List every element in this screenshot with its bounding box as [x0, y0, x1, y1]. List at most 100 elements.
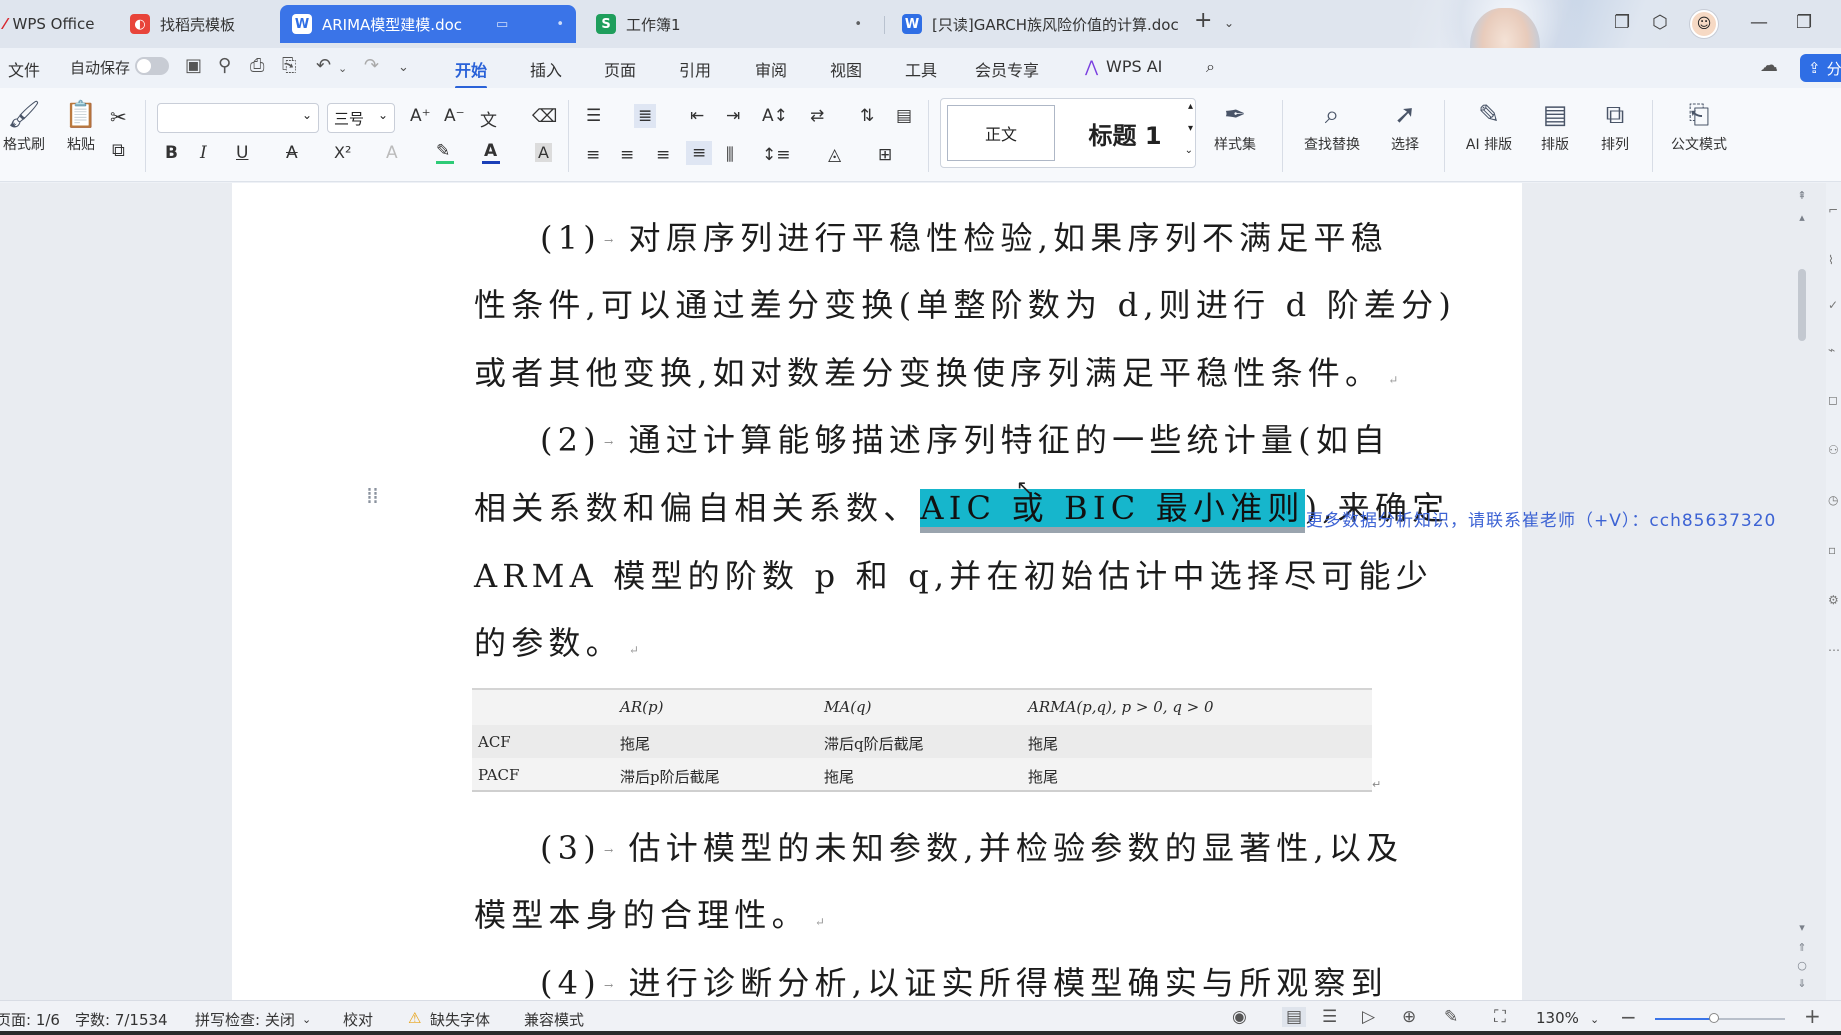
arrange-button[interactable]: ⧉ 排列 [1590, 100, 1640, 154]
cube-icon[interactable]: ⬡ [1652, 12, 1668, 33]
scroll-down-icon[interactable]: ▾ [1794, 921, 1810, 934]
panel-people-icon[interactable]: ⚇ [1828, 443, 1839, 457]
tab-arima-doc[interactable]: W ARIMA模型建模.doc ▭ • [280, 5, 576, 43]
official-doc-mode-button[interactable]: ⎗ 公文模式 [1664, 100, 1734, 154]
select-button[interactable]: ➚ 选择 [1380, 100, 1430, 154]
next-page-icon[interactable]: ⇓ [1794, 977, 1810, 990]
new-tab-plus-icon[interactable]: + [1194, 8, 1212, 33]
menu-wps-ai[interactable]: WPS AI [1106, 57, 1162, 76]
copy-icon[interactable]: ⧉ [112, 140, 125, 161]
panel-collapse-icon[interactable]: ⌐ [1828, 203, 1838, 217]
gallery-expand-icon[interactable]: ⌄ [1185, 145, 1193, 156]
line-spacing-icon[interactable]: ↕≡ [762, 145, 791, 165]
zoom-level[interactable]: 130% [1536, 1009, 1579, 1027]
paragraph-line[interactable]: (3) → 估计模型的未知参数,并检验参数的显著性,以及 [540, 823, 1403, 869]
autosave-toggle[interactable] [135, 57, 169, 75]
gallery-scroll-up-icon[interactable]: ▴ [1188, 101, 1193, 112]
sort-icon[interactable]: ⇅ [860, 106, 874, 126]
menu-home[interactable]: 开始 [455, 57, 488, 89]
tab-garch-doc[interactable]: W [只读]GARCH族风险价值的计算.doc [890, 5, 1180, 43]
web-view-icon[interactable]: ⊕ [1402, 1007, 1416, 1027]
tab-wps-office[interactable]: ⁄ WPS Office [0, 5, 110, 43]
undo-dropdown-icon[interactable]: ⌄ [338, 62, 347, 75]
word-count[interactable]: 字数: 7/1534 [75, 1009, 168, 1030]
chevron-down-icon[interactable]: ⌄ [1590, 1013, 1599, 1026]
italic-button[interactable]: I [200, 143, 207, 163]
acf-pacf-table-image[interactable]: AR(p) MA(q) ARMA(p,q), p > 0, q > 0 ACF … [472, 688, 1372, 792]
undo-icon[interactable]: ↶ [316, 55, 331, 76]
spell-check-status[interactable]: 拼写检查: 关闭 [195, 1009, 295, 1030]
strikethrough-button[interactable]: A [286, 143, 298, 163]
paragraph-line[interactable]: ARMA 模型的阶数 p 和 q,并在初始估计中选择尽可能少 [474, 551, 1433, 597]
borders-icon[interactable]: ⊞ [878, 145, 892, 165]
style-normal[interactable]: 正文 [947, 105, 1055, 161]
zoom-slider[interactable] [1655, 1018, 1785, 1020]
redo-icon[interactable]: ↷ [364, 55, 379, 76]
monitor-icon[interactable]: ▭ [486, 17, 508, 32]
align-left-icon[interactable]: ≡ [586, 145, 600, 165]
pen-icon[interactable]: ✎ [1444, 1007, 1458, 1027]
chevron-down-icon[interactable]: ⌄ [302, 1013, 311, 1026]
paste-button[interactable]: 📋 粘贴 [55, 100, 107, 154]
menu-tools[interactable]: 工具 [905, 57, 937, 81]
paragraph-drag-handle-icon[interactable]: ⁞⁞ [366, 486, 379, 508]
tab-docer-templates[interactable]: ◐ 找稻壳模板 [118, 5, 276, 43]
panel-link-icon[interactable]: ⌁ [1828, 343, 1835, 357]
line-break-icon[interactable]: ⇄ [810, 106, 824, 126]
bold-button[interactable]: B [165, 143, 178, 163]
menu-view[interactable]: 视图 [830, 57, 862, 81]
vertical-scrollbar[interactable]: ⇞ ▴ ▾ ⇑ ○ ⇓ [1794, 183, 1814, 1000]
scroll-up-icon[interactable]: ▴ [1794, 211, 1810, 224]
grow-font-icon[interactable]: A⁺ [410, 106, 431, 126]
justify-icon[interactable]: ≡ [686, 141, 713, 165]
text-effect-icon[interactable]: A [386, 143, 398, 163]
window-layout-icon[interactable]: ❐ [1614, 12, 1630, 33]
panel-more-icon[interactable]: ⋯ [1828, 643, 1840, 657]
highlight-pen-icon[interactable]: ✎ [436, 141, 450, 161]
paragraph-line[interactable]: 或者其他变换,如对数差分变换使序列满足平稳性条件。 ↵ [474, 348, 1398, 394]
menu-member[interactable]: 会员专享 [975, 57, 1039, 81]
save-icon[interactable]: ▣ [185, 55, 202, 76]
align-right-icon[interactable]: ≡ [656, 145, 670, 165]
text-direction-icon[interactable]: A↕ [762, 106, 788, 126]
scroll-top-icon[interactable]: ⇞ [1794, 189, 1810, 202]
panel-image-icon[interactable]: ▫ [1828, 543, 1836, 557]
missing-font-button[interactable]: 缺失字体 [430, 1009, 490, 1030]
search-icon[interactable]: ⌕ [1206, 57, 1215, 77]
layout-button[interactable]: ▤ 排版 [1530, 100, 1580, 154]
menu-references[interactable]: 引用 [679, 57, 711, 81]
pinyin-icon[interactable]: 文 [480, 106, 497, 131]
cut-icon[interactable]: ✂ [110, 105, 127, 129]
clear-format-icon[interactable]: ⌫ [532, 106, 557, 127]
maximize-icon[interactable]: ❐ [1796, 12, 1812, 33]
font-family-select[interactable]: ⌄ [157, 103, 319, 133]
menu-page[interactable]: 页面 [604, 57, 636, 81]
panel-comment-icon[interactable]: ◻ [1828, 393, 1838, 407]
print-preview-icon[interactable]: ⎘ [282, 55, 296, 76]
outline-view-icon[interactable]: ☰ [1322, 1007, 1337, 1027]
paragraph-line[interactable]: 相关系数和偏自相关系数、AIC 或 BIC 最小准则),来确定 [474, 483, 1449, 529]
char-shading-button[interactable]: A [535, 143, 552, 162]
browse-object-icon[interactable]: ○ [1794, 959, 1810, 972]
panel-settings-icon[interactable]: ⚙ [1828, 593, 1839, 607]
zoom-out-icon[interactable]: − [1620, 1005, 1637, 1029]
page-view-icon[interactable]: ▤ [1282, 1007, 1307, 1027]
show-marks-icon[interactable]: ▤ [896, 106, 912, 126]
page-indicator[interactable]: 页面: 1/6 [0, 1009, 60, 1030]
print-icon[interactable]: ⎙ [250, 55, 264, 76]
menu-insert[interactable]: 插入 [530, 57, 562, 81]
find-replace-button[interactable]: ⌕ 查找替换 [1296, 100, 1368, 154]
tab-list-chevron-icon[interactable]: ⌄ [1224, 16, 1234, 30]
decrease-indent-icon[interactable]: ⇤ [690, 106, 704, 126]
minimize-icon[interactable]: — [1750, 12, 1768, 33]
play-icon[interactable]: ▷ [1362, 1007, 1375, 1027]
prev-page-icon[interactable]: ⇑ [1794, 941, 1810, 954]
quick-access-more-icon[interactable]: ⌄ [398, 60, 409, 75]
paragraph-line[interactable]: 模型本身的合理性。 ↵ [474, 890, 825, 936]
selected-text[interactable]: AIC 或 BIC 最小准则 [920, 489, 1305, 527]
shading-bucket-icon[interactable]: ◬ [828, 145, 841, 165]
panel-tool-icon[interactable]: ⌇ [1828, 253, 1834, 267]
paragraph-line[interactable]: (1) → 对原序列进行平稳性检验,如果序列不满足平稳 [540, 213, 1388, 259]
cloud-upload-icon[interactable]: ☁ [1760, 55, 1778, 76]
user-avatar[interactable]: ☺ [1690, 10, 1718, 38]
